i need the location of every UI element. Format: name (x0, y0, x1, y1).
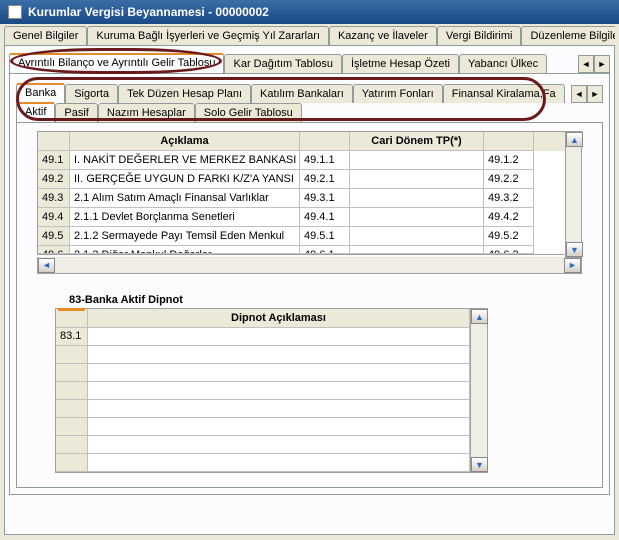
main-grid-scroll-left[interactable]: ◄ (38, 258, 55, 273)
tab-finansal-kiralama[interactable]: Finansal Kiralama,Fa (443, 84, 565, 103)
tab-kazanc-ilaveler[interactable]: Kazanç ve İlaveler (329, 26, 437, 45)
third-tabs-row2: Aktif Pasif Nazım Hesaplar Solo Gelir Ta… (16, 102, 603, 122)
table-row (56, 454, 470, 472)
third-tabs-row1: Banka Sigorta Tek Düzen Hesap Planı Katı… (16, 83, 603, 103)
main-grid-head-aciklama[interactable]: Açıklama (70, 132, 300, 151)
dipnot-scroll-up[interactable]: ▲ (471, 309, 488, 324)
tab-katilim-bankalari[interactable]: Katılım Bankaları (251, 84, 353, 103)
table-row: 49.32.1 Alım Satım Amaçlı Finansal Varlı… (38, 189, 581, 208)
tab-ayrintili-bilanco[interactable]: Ayrıntılı Bilanço ve Ayrıntılı Gelir Tab… (9, 53, 224, 73)
dipnot-scroll-down[interactable]: ▼ (471, 457, 488, 472)
dipnot-corner (56, 309, 88, 328)
main-grid-hscroll[interactable]: ◄ ► (37, 257, 582, 274)
tab-duzenleme-bilgileri[interactable]: Düzenleme Bilgileri (521, 26, 615, 45)
second-tabs: Ayrıntılı Bilanço ve Ayrıntılı Gelir Tab… (9, 53, 610, 73)
dipnot-title: 83-Banka Aktif Dipnot (69, 294, 582, 306)
table-row: 49.62.1.3 Diğer Menkul Değerler49.6.149.… (38, 246, 581, 254)
second-tabs-scroll-right[interactable]: ► (594, 55, 610, 73)
main-grid[interactable]: Açıklama Cari Dönem TP(*) 49.1I. NAKİT D… (37, 131, 582, 255)
tab-kar-dagitim[interactable]: Kar Dağıtım Tablosu (224, 54, 341, 73)
table-row (56, 436, 470, 454)
tab-isletme-hesap[interactable]: İşletme Hesap Özeti (342, 54, 459, 73)
main-grid-head-b[interactable] (300, 132, 350, 151)
table-row (56, 346, 470, 364)
second-tabs-scroll-left[interactable]: ◄ (578, 55, 594, 73)
tab-nazim-hesaplar[interactable]: Nazım Hesaplar (98, 103, 195, 122)
table-row (56, 382, 470, 400)
table-row: 49.1I. NAKİT DEĞERLER VE MERKEZ BANKASI4… (38, 151, 581, 170)
tab-sigorta[interactable]: Sigorta (65, 84, 118, 103)
tab-vergi-bildirimi[interactable]: Vergi Bildirimi (437, 26, 522, 45)
tab-kuruma-bagli[interactable]: Kuruma Bağlı İşyerleri ve Geçmiş Yıl Zar… (87, 26, 329, 45)
dipnot-grid[interactable]: Dipnot Açıklaması 83.1 (55, 308, 471, 473)
main-grid-body[interactable]: 49.1I. NAKİT DEĞERLER VE MERKEZ BANKASI4… (38, 151, 581, 254)
table-row: 49.42.1.1 Devlet Borçlanma Senetleri49.4… (38, 208, 581, 227)
main-grid-head-d[interactable] (484, 132, 534, 151)
tab-banka[interactable]: Banka (16, 83, 65, 103)
table-row: 49.52.1.2 Sermayede Payı Temsil Eden Men… (38, 227, 581, 246)
tab-pasif[interactable]: Pasif (55, 103, 97, 122)
third-tabs-scroll-right[interactable]: ► (587, 85, 603, 103)
tab-tek-duzen[interactable]: Tek Düzen Hesap Planı (118, 84, 251, 103)
tab-yabanci-ulkec[interactable]: Yabancı Ülkec (459, 54, 547, 73)
app-icon (8, 5, 22, 19)
dipnot-head-aciklama[interactable]: Dipnot Açıklaması (88, 309, 470, 328)
dipnot-vscroll[interactable]: ▲ ▼ (471, 308, 488, 473)
tab-yatirim-fonlari[interactable]: Yatırım Fonları (353, 84, 443, 103)
window-title: Kurumlar Vergisi Beyannamesi - 00000002 (28, 5, 269, 19)
third-tabs-scroll-left[interactable]: ◄ (571, 85, 587, 103)
tab-genel-bilgiler[interactable]: Genel Bilgiler (4, 26, 87, 45)
main-grid-hscroll-track[interactable] (55, 258, 564, 273)
tab-aktif[interactable]: Aktif (16, 102, 55, 122)
table-row (56, 400, 470, 418)
window-titlebar: Kurumlar Vergisi Beyannamesi - 00000002 (0, 0, 619, 24)
table-row: 49.2II. GERÇEĞE UYGUN D FARKI K/Z'A YANS… (38, 170, 581, 189)
tab-solo-gelir[interactable]: Solo Gelir Tablosu (195, 103, 302, 122)
table-row (56, 418, 470, 436)
main-grid-corner (38, 132, 70, 151)
table-row: 83.1 (56, 328, 470, 346)
main-grid-scroll-down[interactable]: ▼ (566, 242, 583, 257)
main-grid-head-cari-donem[interactable]: Cari Dönem TP(*) (350, 132, 484, 151)
table-row (56, 364, 470, 382)
main-grid-scroll-right[interactable]: ► (564, 258, 581, 273)
top-tabs: Genel Bilgiler Kuruma Bağlı İşyerleri ve… (4, 26, 615, 45)
main-grid-scroll-up[interactable]: ▲ (566, 132, 583, 147)
